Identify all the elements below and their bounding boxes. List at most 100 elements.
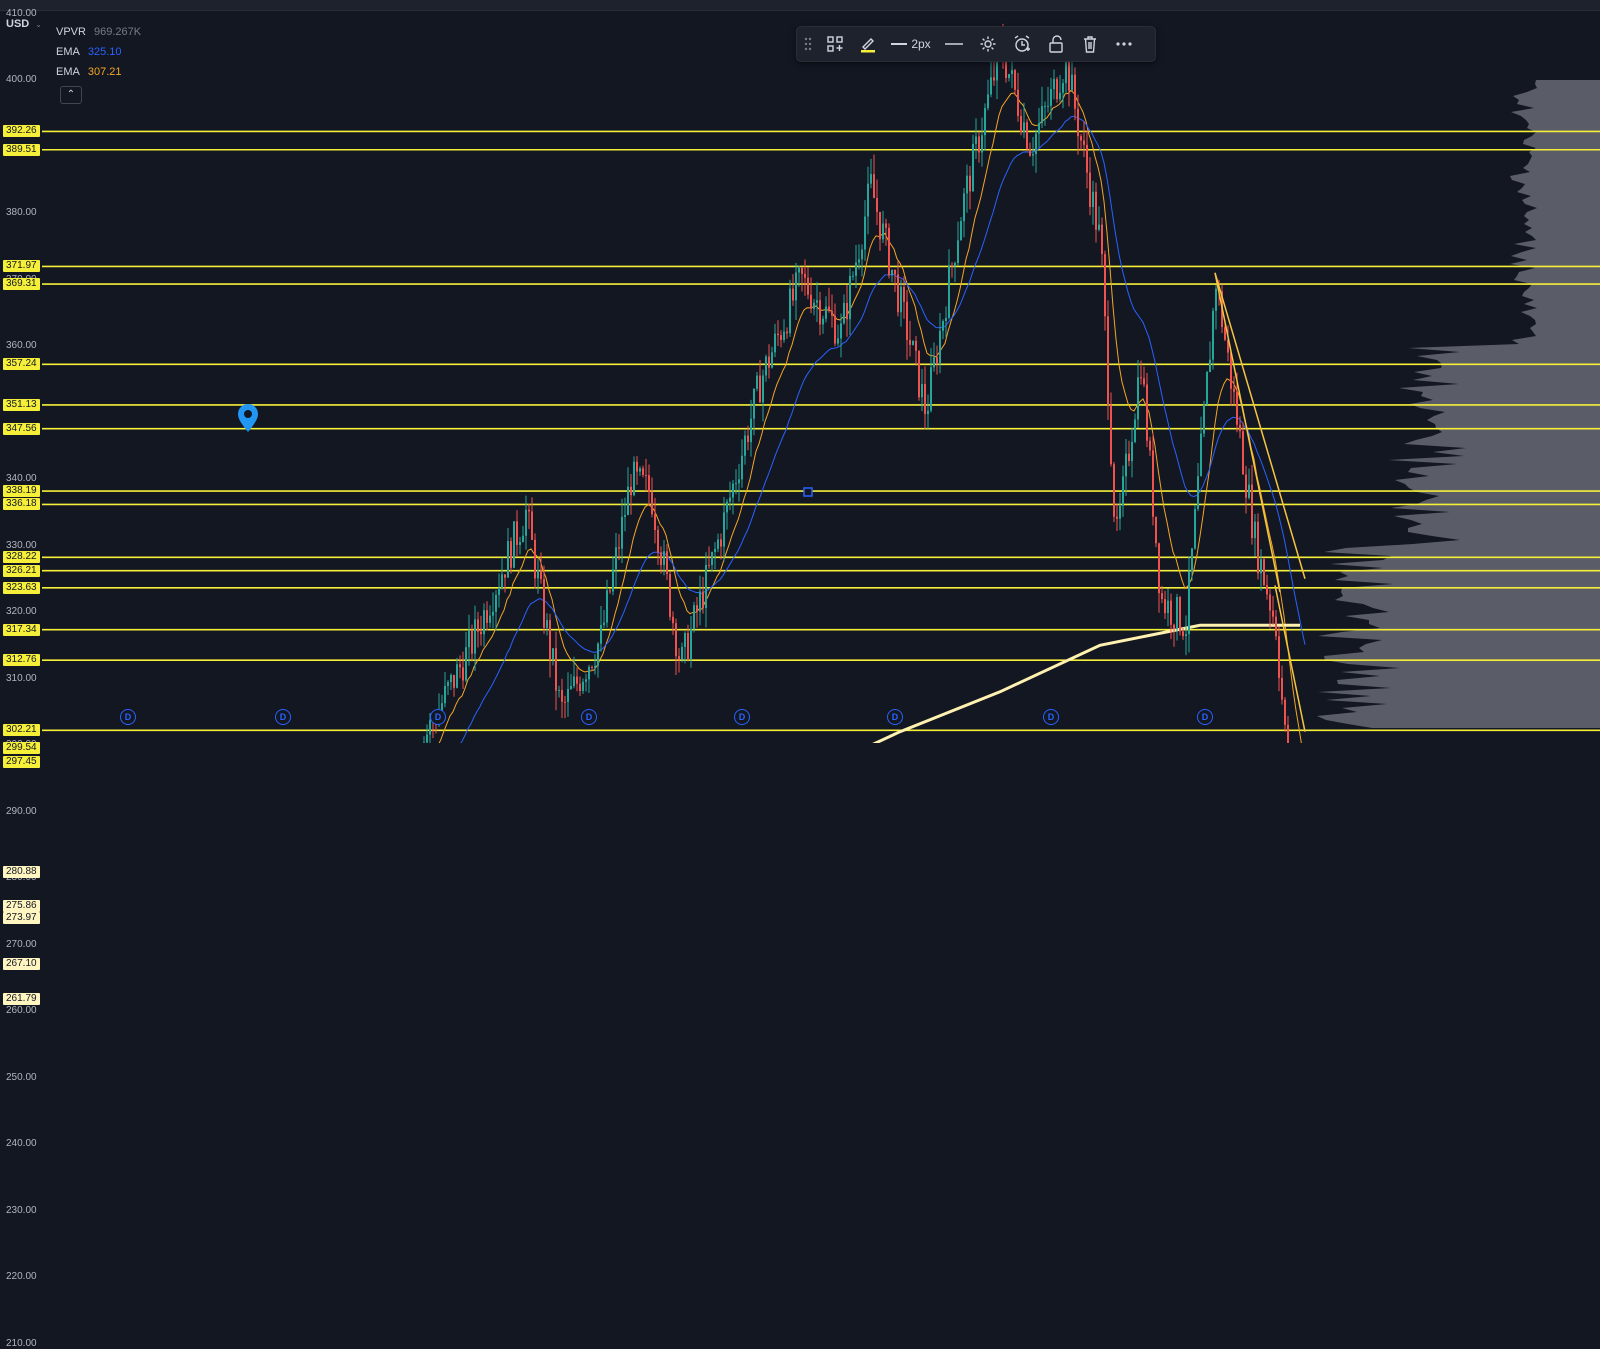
candle-body — [936, 357, 938, 364]
legend-ema-b[interactable]: EMA307.21 — [56, 62, 141, 82]
candle-body — [633, 462, 635, 495]
legend-vpvr[interactable]: VPVR969.267K — [56, 22, 141, 42]
candle-body — [1236, 392, 1238, 425]
candle-body — [747, 436, 749, 442]
price-level-label: 328.22 — [3, 551, 40, 563]
candle-body — [1179, 597, 1181, 631]
candle-body — [768, 357, 770, 368]
collapse-legend-button[interactable]: ⌃ — [60, 86, 82, 104]
price-tick-label: 410.00 — [0, 8, 52, 19]
candle-body — [846, 303, 848, 319]
more-icon[interactable] — [1107, 27, 1141, 61]
candle-body — [600, 625, 602, 644]
dividend-marker[interactable]: D — [734, 709, 750, 725]
dividend-marker[interactable]: D — [1043, 709, 1059, 725]
candle-body — [750, 419, 752, 442]
candle-body — [1137, 377, 1139, 419]
line-style-icon[interactable] — [937, 27, 971, 61]
candle-body — [810, 295, 812, 309]
candle-body — [456, 664, 458, 688]
candle-body — [501, 574, 503, 587]
candle-body — [648, 475, 650, 492]
candle-body — [1197, 476, 1199, 509]
add-alert-icon[interactable] — [1005, 27, 1039, 61]
candle-body — [1050, 89, 1052, 106]
candle-body — [1110, 405, 1112, 464]
price-marker[interactable] — [238, 404, 258, 432]
dividend-marker[interactable]: D — [120, 709, 136, 725]
pin-center — [244, 410, 252, 418]
candle-body — [1188, 571, 1190, 634]
price-chart[interactable] — [0, 0, 1600, 743]
legend-ema-a[interactable]: EMA325.10 — [56, 42, 141, 62]
candle-body — [630, 487, 632, 495]
price-level-label: 273.97 — [3, 912, 40, 924]
price-level-label: 317.34 — [3, 624, 40, 636]
candle-body — [447, 682, 449, 686]
dividend-marker[interactable]: D — [275, 709, 291, 725]
candle-body — [981, 135, 983, 152]
currency-selector[interactable]: USD⌄ — [6, 18, 42, 30]
line-color-icon[interactable] — [851, 27, 885, 61]
candle-body — [669, 574, 671, 617]
candle-body — [645, 475, 647, 476]
drawing-anchor-handle[interactable] — [804, 488, 812, 496]
candle-body — [771, 352, 773, 367]
candle-body — [1047, 106, 1049, 107]
candle-body — [1167, 601, 1169, 613]
candle-body — [831, 311, 833, 316]
candle-body — [1233, 389, 1235, 392]
price-tick-label: 220.00 — [0, 1271, 52, 1282]
object-tree-icon[interactable] — [819, 27, 851, 61]
line-width-button[interactable]: 2px — [885, 27, 937, 61]
candle-body — [732, 484, 734, 498]
dividend-marker[interactable]: D — [1197, 709, 1213, 725]
candle-body — [702, 592, 704, 609]
price-level-label: 302.21 — [3, 724, 40, 736]
candle-body — [1128, 454, 1130, 461]
dividend-marker[interactable]: D — [581, 709, 597, 725]
lock-icon[interactable] — [1039, 27, 1073, 61]
candle-body — [1155, 517, 1157, 544]
candle-body — [723, 512, 725, 546]
dividend-marker[interactable]: D — [887, 709, 903, 725]
candle-body — [825, 307, 827, 319]
candle-body — [888, 228, 890, 276]
price-tick-label: 270.00 — [0, 939, 52, 950]
candle-body — [585, 679, 587, 681]
dividend-marker[interactable]: D — [430, 709, 446, 725]
candle-body — [498, 588, 500, 595]
price-level-label: 275.86 — [3, 900, 40, 912]
trend-line[interactable] — [1215, 273, 1305, 579]
candle-body — [660, 552, 662, 565]
candle-body — [651, 492, 653, 514]
candle-body — [1242, 431, 1244, 474]
candle-body — [1158, 543, 1160, 593]
candle-body — [741, 456, 743, 480]
candle-body — [984, 108, 986, 135]
candle-body — [876, 198, 878, 212]
settings-icon[interactable] — [971, 27, 1005, 61]
candle-body — [1245, 474, 1247, 497]
trend-drawings[interactable] — [62, 273, 1305, 743]
trend-line[interactable] — [1215, 273, 1280, 592]
candle-body — [1029, 149, 1031, 156]
price-tick-label: 240.00 — [0, 1138, 52, 1149]
candle-body — [720, 539, 722, 546]
candle-body — [528, 510, 530, 512]
candle-body — [1101, 225, 1103, 255]
candle-body — [807, 278, 809, 295]
candle-body — [576, 677, 578, 684]
legend-vpvr-name: VPVR — [56, 22, 86, 42]
candle-body — [690, 629, 692, 659]
candle-body — [480, 632, 482, 634]
drag-handle-icon[interactable] — [797, 27, 819, 61]
candle-body — [1011, 70, 1013, 74]
candle-body — [828, 307, 830, 311]
candle-body — [495, 595, 497, 612]
candle-body — [912, 341, 914, 345]
delete-icon[interactable] — [1073, 27, 1107, 61]
candle-body — [486, 610, 488, 623]
candle-body — [1020, 116, 1022, 132]
candle-body — [687, 633, 689, 659]
